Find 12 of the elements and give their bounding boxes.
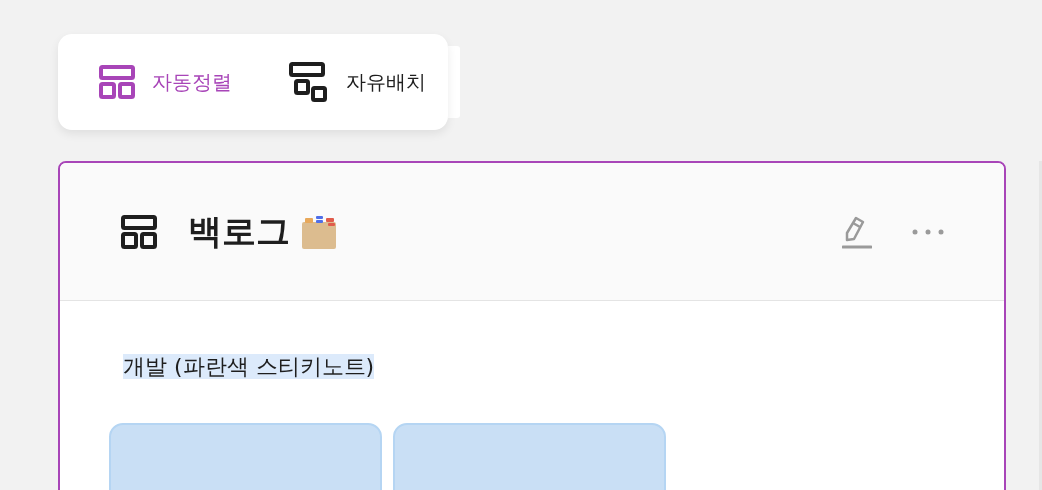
card-file-box-icon [300,213,338,250]
section-label: 개발 (파란색 스티키노트) [123,354,375,379]
layout-icon [288,61,330,103]
layout-tab[interactable]: 자동정렬 [98,63,232,101]
layout-tab[interactable]: 자유배치 [288,61,426,103]
board-title: 백로그 [188,210,290,253]
more-icon [912,228,944,235]
pencil-icon [842,214,872,249]
layout-icon [98,63,136,101]
layout-icon [120,212,158,251]
edit-button[interactable] [842,214,872,249]
more-button[interactable] [912,228,944,235]
